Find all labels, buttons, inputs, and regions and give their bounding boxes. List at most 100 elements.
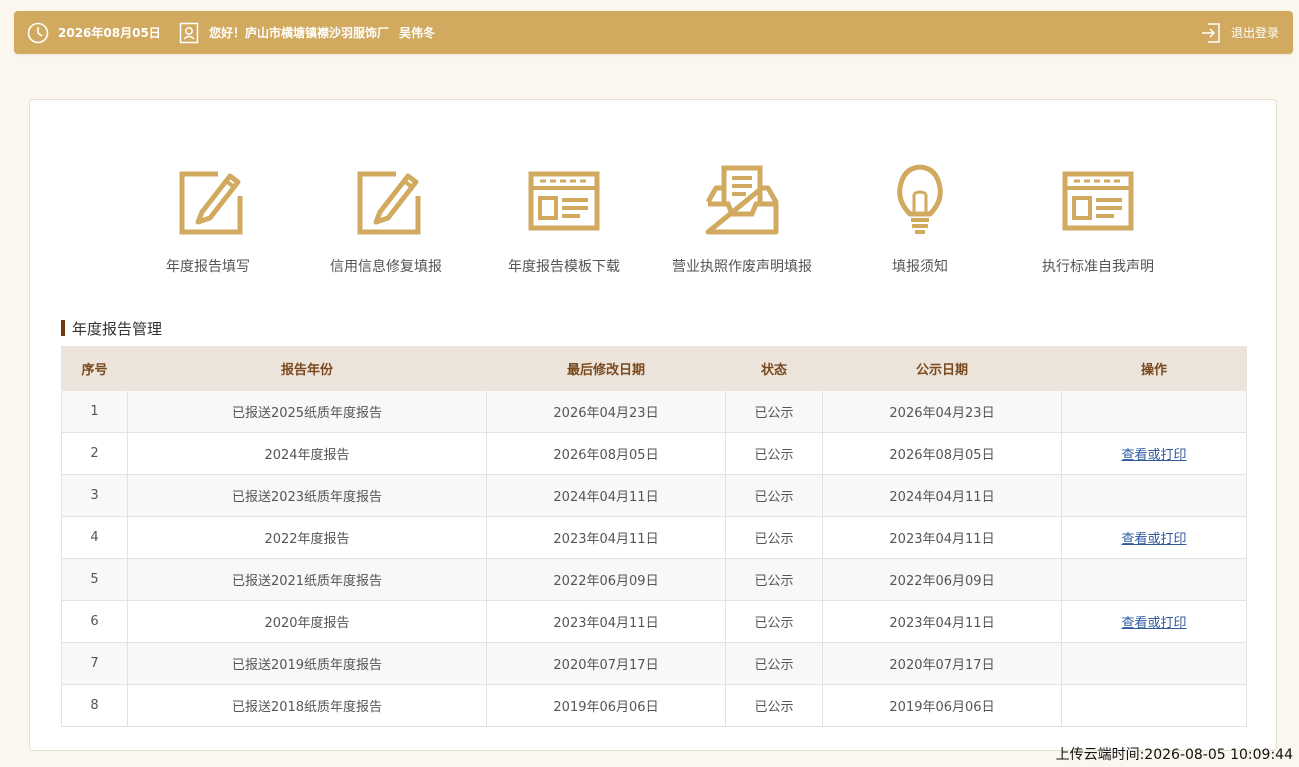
lightbulb-icon — [880, 160, 960, 240]
table-cell-published: 2022年06月09日 — [822, 558, 1062, 601]
table-cell-no: 3 — [61, 474, 128, 517]
upload-time: 上传云端时间:2026-08-05 10:09:44 — [1055, 747, 1293, 763]
shortcut-label: 年度报告模板下载 — [508, 259, 620, 275]
date-display: 2026年08月05日 — [27, 11, 161, 54]
column-header: 操作 — [1061, 346, 1247, 391]
table-cell-published: 2023年04月11日 — [822, 516, 1062, 559]
table-cell-published: 2020年07月17日 — [822, 642, 1062, 685]
table-cell-action — [1061, 474, 1247, 517]
table-cell-modified: 2026年08月05日 — [486, 432, 726, 475]
edit-form-icon — [168, 160, 248, 240]
greeting-text: 您好！庐山市横塘镇襟沙羽服饰厂 — [209, 26, 390, 40]
table-row: 8 已报送2018纸质年度报告 2019年06月06日 已公示 2019年06月06日 — [61, 684, 1247, 727]
table-cell-year: 已报送2023纸质年度报告 — [127, 474, 487, 517]
inbox-document-icon — [702, 160, 782, 240]
table-cell-status: 已公示 — [725, 516, 823, 559]
table-cell-no: 5 — [61, 558, 128, 601]
table-cell-action — [1061, 390, 1247, 433]
shortcut-credit-repair[interactable]: 信用信息修复填报 — [301, 160, 471, 280]
template-window-icon — [524, 160, 604, 240]
section-title-text: 年度报告管理 — [72, 319, 163, 338]
table-cell-modified: 2023年04月11日 — [486, 600, 726, 643]
table-cell-no: 8 — [61, 684, 128, 727]
column-header: 序号 — [61, 346, 128, 391]
table-cell-status: 已公示 — [725, 432, 823, 475]
table-cell-year: 已报送2025纸质年度报告 — [127, 390, 487, 433]
table-cell-no: 6 — [61, 600, 128, 643]
table-cell-status: 已公示 — [725, 474, 823, 517]
shortcut-label: 执行标准自我声明 — [1042, 259, 1154, 275]
shortcut-label: 信用信息修复填报 — [330, 259, 442, 275]
table-cell-action — [1061, 642, 1247, 685]
table-cell-status: 已公示 — [725, 390, 823, 433]
shortcut-label: 年度报告填写 — [166, 259, 250, 275]
table-cell-status: 已公示 — [725, 684, 823, 727]
table-cell-modified: 2022年06月09日 — [486, 558, 726, 601]
clock-icon — [27, 22, 49, 44]
table-row: 4 2022年度报告 2023年04月11日 已公示 2023年04月11日 查看或打印 — [61, 516, 1247, 559]
table-cell-no: 2 — [61, 432, 128, 475]
shortcut-annual-report[interactable]: 年度报告填写 — [123, 160, 293, 280]
edit-form-icon — [346, 160, 426, 240]
table-cell-published: 2023年04月11日 — [822, 600, 1062, 643]
table-cell-action — [1061, 684, 1247, 727]
table-cell-published: 2024年04月11日 — [822, 474, 1062, 517]
shortcut-label: 营业执照作废声明填报 — [672, 259, 812, 275]
logout-label: 退出登录 — [1230, 26, 1279, 40]
shortcut-standard-declaration[interactable]: 执行标准自我声明 — [1013, 160, 1183, 280]
section-marker — [61, 320, 65, 336]
table-row: 1 已报送2025纸质年度报告 2026年04月23日 已公示 2026年04月23日 — [61, 390, 1247, 433]
view-print-link[interactable]: 查看或打印 — [1121, 616, 1186, 631]
shortcut-license-void[interactable]: 营业执照作废声明填报 — [657, 160, 827, 280]
shortcut-template-download[interactable]: 年度报告模板下载 — [479, 160, 649, 280]
table-cell-modified: 2023年04月11日 — [486, 516, 726, 559]
table-cell-published: 2026年08月05日 — [822, 432, 1062, 475]
section-title: 年度报告管理 — [61, 318, 162, 338]
table-cell-year: 已报送2021纸质年度报告 — [127, 558, 487, 601]
column-header: 状态 — [725, 346, 823, 391]
annual-report-table: 序号 报告年份 最后修改日期 状态 公示日期 操作 1 已报送2025纸质年度报告… — [61, 346, 1247, 727]
table-cell-no: 1 — [61, 390, 128, 433]
table-cell-no: 4 — [61, 516, 128, 559]
table-cell-action: 查看或打印 — [1061, 432, 1247, 475]
current-date: 2026年08月05日 — [58, 26, 161, 40]
template-window-icon — [1058, 160, 1138, 240]
table-row: 3 已报送2023纸质年度报告 2024年04月11日 已公示 2024年04月11日 — [61, 474, 1247, 517]
greeting: 您好！庐山市横塘镇襟沙羽服饰厂 吴伟冬 — [179, 11, 435, 54]
table-cell-year: 2024年度报告 — [127, 432, 487, 475]
table-cell-published: 2019年06月06日 — [822, 684, 1062, 727]
view-print-link[interactable]: 查看或打印 — [1121, 448, 1186, 463]
table-header: 序号 报告年份 最后修改日期 状态 公示日期 操作 — [61, 346, 1247, 391]
column-header: 公示日期 — [822, 346, 1062, 391]
view-print-link[interactable]: 查看或打印 — [1121, 532, 1186, 547]
table-cell-action: 查看或打印 — [1061, 600, 1247, 643]
table-cell-action: 查看或打印 — [1061, 516, 1247, 559]
table-row: 7 已报送2019纸质年度报告 2020年07月17日 已公示 2020年07月17日 — [61, 642, 1247, 685]
table-cell-modified: 2024年04月11日 — [486, 474, 726, 517]
table-cell-year: 已报送2019纸质年度报告 — [127, 642, 487, 685]
column-header: 报告年份 — [127, 346, 487, 391]
user-name: 吴伟冬 — [399, 26, 436, 40]
table-cell-year: 2022年度报告 — [127, 516, 487, 559]
table-cell-modified: 2020年07月17日 — [486, 642, 726, 685]
logout-icon — [1201, 22, 1221, 44]
shortcut-label: 填报须知 — [892, 259, 948, 275]
shortcut-instructions[interactable]: 填报须知 — [835, 160, 1005, 280]
table-row: 5 已报送2021纸质年度报告 2022年06月09日 已公示 2022年06月09日 — [61, 558, 1247, 601]
table-cell-no: 7 — [61, 642, 128, 685]
user-badge-icon — [179, 22, 199, 44]
column-header: 最后修改日期 — [486, 346, 726, 391]
table-row: 2 2024年度报告 2026年08月05日 已公示 2026年08月05日 查看或打印 — [61, 432, 1247, 475]
logout-button[interactable]: 退出登录 — [1201, 11, 1279, 54]
table-cell-status: 已公示 — [725, 600, 823, 643]
table-cell-action — [1061, 558, 1247, 601]
top-bar: 2026年08月05日 您好！庐山市横塘镇襟沙羽服饰厂 吴伟冬 退出登录 — [14, 11, 1293, 54]
table-cell-status: 已公示 — [725, 558, 823, 601]
table-cell-year: 已报送2018纸质年度报告 — [127, 684, 487, 727]
table-cell-modified: 2026年04月23日 — [486, 390, 726, 433]
table-cell-published: 2026年04月23日 — [822, 390, 1062, 433]
table-cell-year: 2020年度报告 — [127, 600, 487, 643]
table-cell-status: 已公示 — [725, 642, 823, 685]
table-row: 6 2020年度报告 2023年04月11日 已公示 2023年04月11日 查看或打印 — [61, 600, 1247, 643]
table-cell-modified: 2019年06月06日 — [486, 684, 726, 727]
